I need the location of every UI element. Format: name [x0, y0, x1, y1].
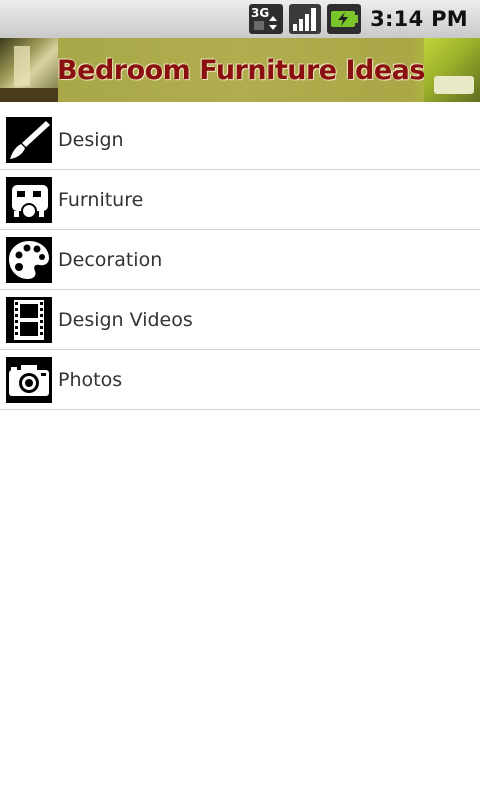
menu-item-design[interactable]: Design — [0, 110, 480, 170]
menu-item-label: Photos — [58, 368, 123, 391]
3g-data-icon: 3G — [249, 4, 284, 34]
status-time: 3:14 PM — [370, 7, 468, 31]
menu-item-label: Design Videos — [58, 308, 193, 331]
film-strip-icon — [6, 296, 52, 343]
camera-icon — [6, 356, 52, 403]
status-bar: 3G 3:14 PM — [0, 0, 480, 38]
header-banner: Bedroom Furniture Ideas — [0, 38, 480, 102]
menu-item-label: Decoration — [58, 248, 163, 271]
menu-item-photos[interactable]: Photos — [0, 350, 480, 410]
paintbrush-icon — [6, 116, 52, 163]
network-type-label: 3G — [251, 6, 269, 20]
menu-item-label: Design — [58, 128, 124, 151]
menu-item-furniture[interactable]: Furniture — [0, 170, 480, 230]
palette-icon — [6, 236, 52, 283]
menu-item-label: Furniture — [58, 188, 144, 211]
menu-item-design-videos[interactable]: Design Videos — [0, 290, 480, 350]
signal-icon — [289, 4, 322, 34]
menu-list: Design Furniture Decoration Design Video… — [0, 110, 480, 410]
banner-title: Bedroom Furniture Ideas — [57, 54, 425, 86]
menu-item-decoration[interactable]: Decoration — [0, 230, 480, 290]
furniture-icon — [6, 176, 52, 223]
battery-charging-icon — [327, 4, 362, 34]
banner-right-photo — [424, 38, 480, 102]
banner-left-photo — [0, 38, 58, 102]
